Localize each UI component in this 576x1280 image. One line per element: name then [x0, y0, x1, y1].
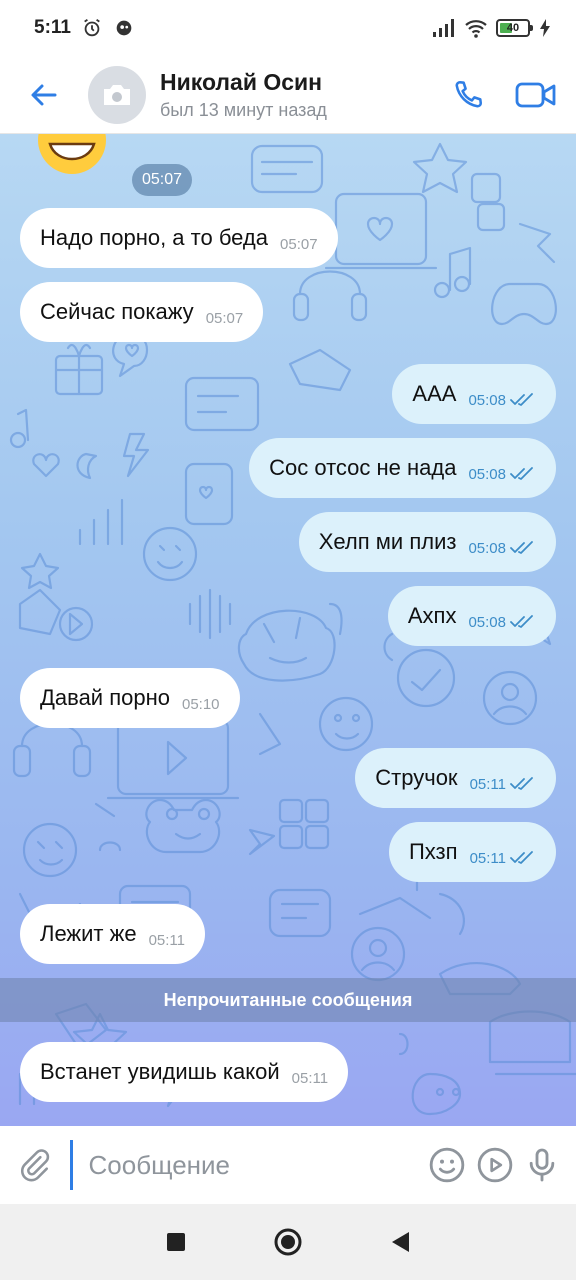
outgoing-message[interactable]: Пхзп 05:11	[388, 822, 556, 882]
emoji-sticker	[38, 134, 106, 174]
circle-icon	[274, 1228, 302, 1256]
chat-area[interactable]: 05:07 Надо порно, а то беда 05:07 Сейчас п…	[0, 134, 576, 1126]
emoji-icon	[430, 1147, 465, 1183]
triangle-back-icon	[392, 1232, 409, 1252]
message-text: Пхзп	[408, 839, 458, 864]
message-text: Лежит же	[40, 921, 137, 946]
message-time: 05:07	[280, 235, 318, 253]
home-button[interactable]	[258, 1212, 318, 1272]
status-bar: 5:11 40	[0, 0, 576, 56]
contact-name: Николай Осин	[160, 68, 323, 95]
send-video-icon	[477, 1147, 512, 1183]
message-text: Сейчас покажу	[40, 299, 194, 324]
message-time: 05:08	[468, 539, 506, 557]
voice-message-button[interactable]	[519, 1137, 567, 1193]
message-text: Сос отсос не нада	[269, 455, 457, 480]
message-input[interactable]	[69, 1140, 424, 1190]
square-icon	[167, 1233, 185, 1251]
incoming-message[interactable]: Лежит же 05:11	[20, 904, 206, 964]
phone-icon	[455, 80, 483, 108]
outgoing-message[interactable]: Хелп ми плиз 05:08	[298, 512, 556, 572]
incoming-message[interactable]: Встанет увидишь какой 05:11	[20, 1042, 349, 1102]
message-time: 05:11	[291, 1069, 329, 1087]
wifi-icon	[465, 20, 487, 38]
double-check-icon	[510, 777, 536, 791]
arrow-left-icon	[31, 84, 57, 105]
contact-status: был 13 минут назад	[160, 99, 327, 120]
double-check-icon	[510, 467, 536, 481]
back-button[interactable]	[0, 56, 88, 134]
video-icon	[515, 82, 556, 107]
contact-info[interactable]: Николай Осин был 13 минут назад	[160, 69, 327, 121]
microphone-icon	[530, 1148, 555, 1182]
recents-button[interactable]	[146, 1212, 206, 1272]
double-check-icon	[510, 615, 536, 629]
message-composer	[0, 1126, 576, 1204]
message-time: 05:08	[468, 465, 506, 483]
outgoing-message[interactable]: Стручок 05:11	[355, 748, 556, 808]
message-text: Давай порно	[40, 685, 170, 710]
video-message-button[interactable]	[471, 1137, 519, 1193]
emoji-button[interactable]	[424, 1137, 472, 1193]
message-text: Надо порно, а то беда	[40, 225, 269, 250]
outgoing-message[interactable]: Ахпх 05:08	[387, 586, 556, 646]
outgoing-message[interactable]: Сос отсос не нада 05:08	[249, 438, 556, 498]
app-notification-icon	[116, 20, 132, 36]
message-time: 05:08	[468, 613, 506, 631]
system-nav-bar	[0, 1204, 576, 1280]
message-time: 05:07	[205, 309, 244, 327]
signal-icon	[433, 19, 454, 37]
attach-icon	[20, 1149, 49, 1182]
charging-icon	[540, 19, 550, 37]
avatar[interactable]	[88, 65, 146, 124]
outgoing-message[interactable]: ААА 05:08	[392, 364, 556, 424]
message-time: 05:11	[469, 775, 506, 793]
message-text: ААА	[412, 381, 457, 406]
call-button[interactable]	[438, 65, 498, 125]
incoming-message[interactable]: Давай порно 05:10	[20, 668, 240, 728]
status-time: 5:11	[34, 17, 71, 38]
message-time: 05:10	[181, 695, 220, 713]
message-time: 05:08	[468, 391, 506, 409]
video-call-button[interactable]	[506, 65, 566, 125]
chat-header: Николай Осин был 13 минут назад	[0, 56, 576, 134]
camera-icon	[104, 84, 130, 105]
unread-messages-divider: Непрочитанные сообщения	[0, 978, 576, 1022]
double-check-icon	[510, 393, 536, 407]
date-pill: 05:07	[132, 164, 193, 196]
message-text: Встанет увидишь какой	[40, 1059, 280, 1084]
double-check-icon	[510, 541, 536, 555]
alarm-icon	[84, 18, 100, 37]
battery-icon: 40	[496, 19, 533, 37]
message-time: 05:11	[469, 849, 506, 867]
incoming-message[interactable]: Сейчас покажу 05:07	[20, 282, 264, 342]
message-text: Стручок	[375, 765, 458, 790]
message-time: 05:11	[148, 931, 186, 949]
message-text: Хелп ми плиз	[318, 529, 457, 554]
double-check-icon	[510, 851, 536, 865]
message-text: Ахпх	[407, 603, 457, 628]
incoming-message[interactable]: Надо порно, а то беда 05:07	[20, 208, 338, 268]
back-nav-button[interactable]	[370, 1212, 430, 1272]
attach-button[interactable]	[10, 1137, 58, 1193]
battery-level: 40	[506, 22, 520, 34]
